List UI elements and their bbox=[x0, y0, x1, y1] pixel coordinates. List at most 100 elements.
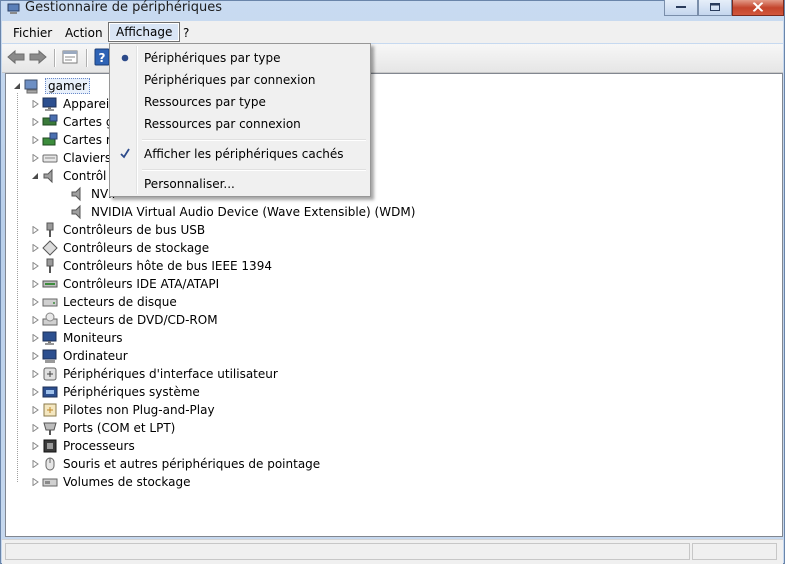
menu-affichage[interactable]: Affichage bbox=[108, 22, 181, 42]
menu-item-personnaliser[interactable]: Personnaliser... bbox=[112, 174, 368, 194]
ide-icon bbox=[42, 280, 58, 288]
collapsed-triangle-icon[interactable] bbox=[32, 388, 39, 396]
menu-item-label: Afficher les périphériques cachés bbox=[144, 147, 344, 161]
processor-icon bbox=[43, 439, 57, 453]
tree-item-nvidia-virtual-audio-device-wave-extensible-wdm[interactable]: NVIDIA Virtual Audio Device (Wave Extens… bbox=[60, 203, 746, 221]
tree-item-label: Ports (COM et LPT) bbox=[63, 421, 176, 435]
tree-item-contr-leurs-h-te-de-bus-ieee-1394[interactable]: Contrôleurs hôte de bus IEEE 1394 bbox=[32, 257, 746, 275]
usb-icon bbox=[46, 222, 54, 237]
tree-item-moniteurs[interactable]: Moniteurs bbox=[32, 329, 746, 347]
close-button[interactable] bbox=[732, 0, 784, 16]
port-icon bbox=[43, 422, 57, 435]
collapsed-triangle-icon[interactable] bbox=[32, 136, 39, 144]
menu-item-label: Ressources par type bbox=[144, 95, 266, 109]
expanded-triangle-icon[interactable] bbox=[14, 82, 21, 90]
computer-icon bbox=[24, 79, 38, 94]
collapsed-triangle-icon[interactable] bbox=[32, 226, 39, 234]
tree-item-volumes-de-stockage[interactable]: Volumes de stockage bbox=[32, 473, 746, 491]
collapsed-triangle-icon[interactable] bbox=[32, 334, 39, 342]
dvd-drive-icon bbox=[42, 312, 58, 326]
tree-item-contr-leurs-ide-ata-atapi[interactable]: Contrôleurs IDE ATA/ATAPI bbox=[32, 275, 746, 293]
tree-item-ordinateur[interactable]: Ordinateur bbox=[32, 347, 746, 365]
tree-item-ports-com-et-lpt[interactable]: Ports (COM et LPT) bbox=[32, 419, 746, 437]
window-title: Gestionnaire de périphériques bbox=[25, 0, 223, 15]
network-adapter-icon bbox=[42, 132, 58, 146]
back-button[interactable] bbox=[6, 48, 28, 68]
properties-button[interactable] bbox=[60, 48, 82, 68]
collapsed-triangle-icon[interactable] bbox=[32, 154, 39, 162]
tree-item-processeurs[interactable]: Processeurs bbox=[32, 437, 746, 455]
menu-item-label: Ressources par connexion bbox=[144, 117, 301, 131]
tree-item-label: Claviers bbox=[63, 151, 112, 165]
menu-fichier[interactable]: Fichier bbox=[8, 24, 57, 42]
tree-root-label: gamer bbox=[45, 78, 90, 94]
tree-item-label: NVIDIA Virtual Audio Device (Wave Extens… bbox=[91, 205, 416, 219]
tree-item-label: Processeurs bbox=[63, 439, 135, 453]
collapsed-triangle-icon[interactable] bbox=[32, 424, 39, 432]
tree-item-lecteurs-de-disque[interactable]: Lecteurs de disque bbox=[32, 293, 746, 311]
menu-item-label: Périphériques par connexion bbox=[144, 73, 316, 87]
firewire-icon bbox=[46, 258, 54, 273]
menu-bar: Fichier Action Affichage ? bbox=[2, 21, 783, 43]
tree-item-label: Cartes g bbox=[63, 115, 114, 129]
collapsed-triangle-icon[interactable] bbox=[32, 370, 39, 378]
tree-item-label: Lecteurs de disque bbox=[63, 295, 177, 309]
tree-item-p-riph-riques-syst-me[interactable]: Périphériques système bbox=[32, 383, 746, 401]
maximize-button[interactable] bbox=[698, 0, 732, 16]
tree-item-souris-et-autres-p-riph-riques-de-pointage[interactable]: Souris et autres périphériques de pointa… bbox=[32, 455, 746, 473]
computer-icon bbox=[42, 349, 57, 363]
driver-icon bbox=[43, 403, 57, 417]
mouse-icon bbox=[45, 457, 55, 471]
menu-separator bbox=[142, 169, 366, 171]
tree-item-lecteurs-de-dvd-cd-rom[interactable]: Lecteurs de DVD/CD-ROM bbox=[32, 311, 746, 329]
tree-item-contr-leurs-de-stockage[interactable]: Contrôleurs de stockage bbox=[32, 239, 746, 257]
tree-item-label: Appareil bbox=[63, 97, 113, 111]
menu-item-peripheriques-par-connexion[interactable]: Périphériques par connexion bbox=[112, 70, 368, 90]
collapsed-triangle-icon[interactable] bbox=[32, 118, 39, 126]
tree-item-label: Souris et autres périphériques de pointa… bbox=[63, 457, 321, 471]
maximize-icon bbox=[710, 3, 720, 11]
window-frame: Gestionnaire de périphériques Fichier Ac… bbox=[0, 0, 785, 564]
status-pane-side bbox=[692, 543, 777, 560]
toolbar-separator bbox=[86, 49, 88, 67]
collapsed-triangle-icon[interactable] bbox=[32, 100, 39, 108]
collapsed-triangle-icon[interactable] bbox=[32, 352, 39, 360]
tree-item-pilotes-non-plug-and-play[interactable]: Pilotes non Plug-and-Play bbox=[32, 401, 746, 419]
minimize-button[interactable] bbox=[664, 0, 698, 16]
volume-icon bbox=[42, 478, 58, 487]
collapsed-triangle-icon[interactable] bbox=[32, 262, 39, 270]
collapsed-triangle-icon[interactable] bbox=[32, 478, 39, 486]
collapsed-triangle-icon[interactable] bbox=[32, 244, 39, 252]
forward-button[interactable] bbox=[28, 48, 50, 68]
menu-item-ressources-par-type[interactable]: Ressources par type bbox=[112, 92, 368, 112]
tree-item-p-riph-riques-d-interface-utilisateur[interactable]: Périphériques d'interface utilisateur bbox=[32, 365, 746, 383]
collapsed-triangle-icon[interactable] bbox=[32, 406, 39, 414]
affichage-dropdown-menu: Périphériques par type Périphériques par… bbox=[109, 43, 371, 197]
tree-item-label: Lecteurs de DVD/CD-ROM bbox=[63, 313, 218, 327]
collapsed-triangle-icon[interactable] bbox=[32, 280, 39, 288]
svg-text:?: ? bbox=[99, 51, 106, 65]
tree-item-label: Contrôleurs de bus USB bbox=[63, 223, 206, 237]
status-bar bbox=[2, 539, 783, 564]
collapsed-triangle-icon[interactable] bbox=[32, 316, 39, 324]
tree-item-label: Ordinateur bbox=[63, 349, 128, 363]
menu-item-peripheriques-par-type[interactable]: Périphériques par type bbox=[112, 48, 368, 68]
back-arrow-icon bbox=[7, 49, 25, 65]
menu-item-afficher-caches[interactable]: Afficher les périphériques cachés bbox=[112, 144, 368, 164]
tree-item-label: Périphériques d'interface utilisateur bbox=[63, 367, 278, 381]
menu-help[interactable]: ? bbox=[178, 24, 194, 42]
system-device-icon bbox=[42, 386, 58, 398]
menu-action[interactable]: Action bbox=[60, 24, 108, 42]
menu-item-ressources-par-connexion[interactable]: Ressources par connexion bbox=[112, 114, 368, 134]
tree-item-contr-leurs-de-bus-usb[interactable]: Contrôleurs de bus USB bbox=[32, 221, 746, 239]
status-pane-main bbox=[5, 543, 690, 560]
tree-item-label: Contrôleurs IDE ATA/ATAPI bbox=[63, 277, 220, 291]
collapsed-triangle-icon[interactable] bbox=[32, 442, 39, 450]
tree-item-label: Contrôl bbox=[63, 169, 107, 183]
menu-item-label: Personnaliser... bbox=[144, 177, 235, 191]
title-bar[interactable]: Gestionnaire de périphériques bbox=[1, 0, 785, 19]
expanded-triangle-icon[interactable] bbox=[32, 172, 39, 180]
menu-item-label: Périphériques par type bbox=[144, 51, 281, 65]
collapsed-triangle-icon[interactable] bbox=[32, 298, 39, 306]
collapsed-triangle-icon[interactable] bbox=[32, 460, 39, 468]
